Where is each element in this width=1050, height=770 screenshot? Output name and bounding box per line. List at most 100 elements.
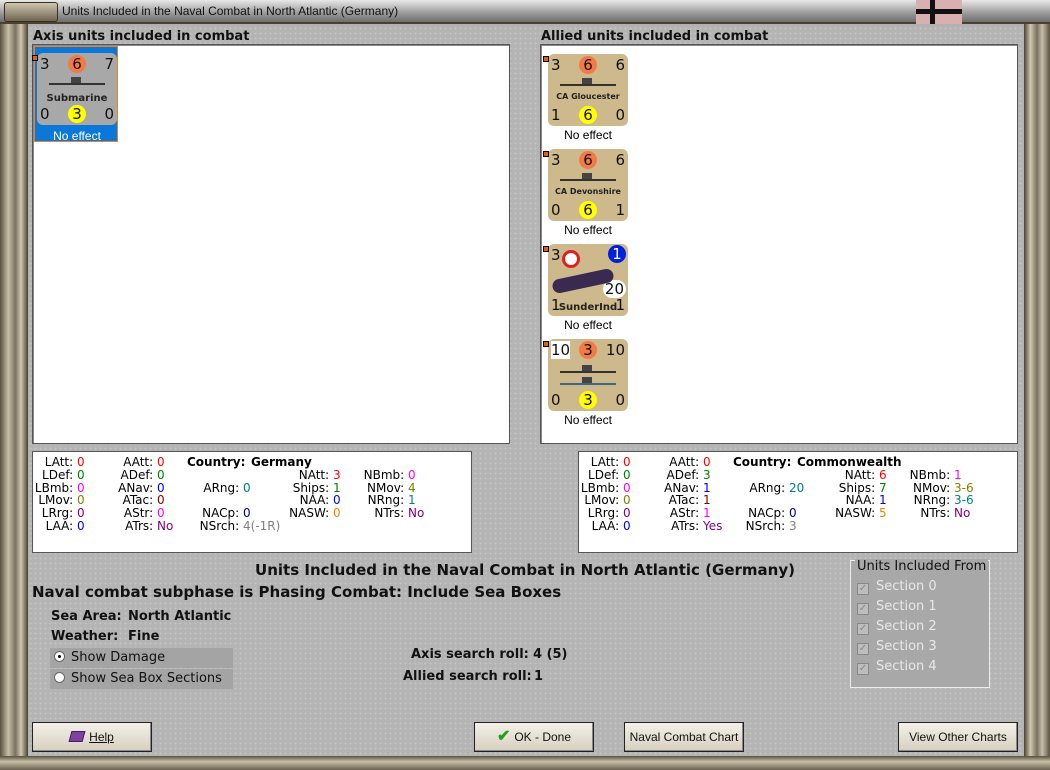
counter-value-bl: 0: [551, 201, 561, 219]
counter-value-br: 1: [615, 201, 625, 219]
counter-value-br: 0: [615, 391, 625, 409]
window-title: Units Included in the Naval Combat in No…: [62, 4, 399, 18]
axis-search-roll-label: Axis search roll:: [411, 647, 529, 662]
stat-label: NASW:: [289, 506, 333, 521]
counter-name: SunderInd: [558, 302, 618, 313]
ok-done-button[interactable]: ✔ OK - Done: [474, 722, 594, 752]
sea-area-label: Sea Area:: [51, 609, 122, 624]
stat-label: NASW:: [835, 506, 879, 521]
window-menu-button[interactable]: [4, 2, 58, 22]
stat-label: ARng:: [203, 480, 243, 495]
unit-entry[interactable]: 3 1 20 1 1 SunderInd No effect: [543, 238, 630, 334]
section-checkbox-1[interactable]: ✓ Section 1: [857, 599, 937, 615]
unit-counter[interactable]: 3 6 6 0 6 1 CA Devonshire: [548, 149, 628, 221]
stat-adef: ADef: 0: [77, 467, 165, 482]
stat-label: NSrch:: [745, 519, 789, 533]
stat-value: 3: [789, 519, 797, 533]
stat-nsrch: NSrch: 4(-1R): [163, 520, 281, 533]
unit-entry[interactable]: 3 6 6 1 6 0 CA Gloucester No effect: [543, 48, 630, 144]
checkbox-checked-icon: ✓: [857, 643, 869, 655]
section-checkbox-0[interactable]: ✓ Section 0: [857, 579, 937, 595]
help-button[interactable]: Help: [32, 722, 152, 752]
section-label: Section 0: [876, 579, 937, 594]
show-sections-label: Show Sea Box Sections: [71, 671, 222, 686]
unit-effect: No effect: [53, 129, 101, 143]
stat-arng: ARng: 0: [163, 480, 251, 495]
country-value: Germany: [251, 455, 312, 469]
stat-label: ADef:: [120, 467, 157, 482]
stat-label: ADef:: [666, 467, 703, 482]
counter-value-top: 3: [551, 151, 561, 169]
unit-counter[interactable]: 3 6 7 0 3 0 Submarine: [37, 53, 117, 125]
unit-counter[interactable]: 3 6 6 1 6 0 CA Gloucester: [548, 54, 628, 126]
stat-atrs: ATrs: Yes: [623, 520, 722, 533]
stat-label: ARng:: [749, 480, 789, 495]
stat-ntrs: NTrs: No: [874, 507, 970, 520]
counter-name: CA Devonshire: [555, 187, 621, 196]
section-label: Section 4: [876, 659, 937, 674]
allied-search-roll-value: 1: [534, 669, 544, 684]
stat-atrs: ATrs: No: [77, 520, 173, 533]
section-label: Section 2: [876, 619, 937, 634]
stat-label: LAA:: [591, 519, 623, 533]
counter-value-mid: 6: [579, 151, 597, 169]
stat-adef: ADef: 3: [623, 467, 711, 482]
counter-value-mid: 3: [579, 341, 597, 359]
counter-value-mid: 6: [68, 55, 86, 73]
counter-value-top: 3: [40, 55, 50, 73]
stat-label: NTrs:: [374, 506, 408, 521]
status-marker-icon: [543, 341, 549, 347]
section-checkbox-3[interactable]: ✓ Section 3: [857, 639, 937, 655]
window-frame-left: [0, 24, 28, 770]
status-marker-icon: [543, 56, 549, 62]
stat-label: LDef:: [42, 467, 77, 482]
view-other-charts-button[interactable]: View Other Charts: [898, 722, 1018, 752]
units-included-from-group: Units Included From ✓ Section 0 ✓ Section 1…: [850, 559, 990, 688]
allied-units-list[interactable]: 3 6 6 1 6 0 CA Gloucester No effect 3 6 6 0 6 1 CA Dev…: [540, 44, 1018, 444]
title-bar: Units Included in the Naval Combat in No…: [0, 0, 1050, 24]
stat-value: No: [954, 506, 971, 521]
stat-label: LAA:: [45, 519, 77, 533]
stat-nbmb: NBmb: 0: [328, 468, 416, 482]
axis-units-list[interactable]: 3 6 7 0 3 0 Submarine No effect: [32, 44, 510, 444]
section-checkbox-2[interactable]: ✓ Section 2: [857, 619, 937, 635]
germany-flag-icon: [916, 0, 962, 24]
allied-search-roll-label: Allied search roll:: [403, 669, 532, 684]
section-label: Section 3: [876, 639, 937, 654]
stat-nbmb: NBmb: 1: [874, 468, 962, 482]
unit-counter[interactable]: 10 3 10 0 3 0: [548, 339, 628, 411]
status-marker-icon: [543, 151, 549, 157]
ok-label: OK - Done: [514, 730, 572, 744]
section-checkbox-4[interactable]: ✓ Section 4: [857, 659, 937, 675]
checkbox-checked-icon: ✓: [857, 663, 869, 675]
counter-value-bl: 0: [551, 391, 561, 409]
unit-effect: No effect: [564, 223, 612, 237]
unit-counter[interactable]: 3 1 20 1 1 SunderInd: [548, 244, 628, 316]
unit-effect: No effect: [564, 318, 612, 332]
counter-value-bm: 6: [579, 106, 597, 124]
radio-selected-icon: [54, 651, 65, 662]
unit-entry[interactable]: 3 6 7 0 3 0 Submarine No effect: [32, 46, 118, 143]
ship-icon: [560, 173, 616, 181]
stat-laa: LAA: 0: [0, 520, 85, 533]
counter-value-bl: 0: [40, 105, 50, 123]
country-value: Commonwealth: [797, 455, 902, 469]
counter-value-top: 3: [551, 56, 561, 74]
counter-value-bm: 3: [68, 105, 86, 123]
unit-entry[interactable]: 3 6 6 0 6 1 CA Devonshire No effect: [543, 143, 630, 239]
axis-stats-panel: LAtt: 0 LDef: 0 LBmb: 0 LMov: 0 LRrg: 0 LAA: …: [32, 451, 472, 553]
stat-value: 0: [243, 480, 251, 495]
naval-combat-chart-button[interactable]: Naval Combat Chart: [624, 722, 744, 752]
counter-value-mid: 6: [579, 56, 597, 74]
stat-label: NTrs:: [920, 506, 954, 521]
show-damage-label: Show Damage: [71, 650, 166, 665]
help-label: Help: [89, 730, 114, 744]
stat-ntrs: NTrs: No: [328, 507, 424, 520]
radio-unselected-icon: [54, 672, 65, 683]
stat-label: LDef:: [588, 467, 623, 482]
unit-entry[interactable]: 10 3 10 0 3 0 No effect: [543, 333, 630, 429]
counter-value-mid: 1: [608, 245, 626, 263]
show-sea-box-sections-radio[interactable]: Show Sea Box Sections: [50, 669, 233, 689]
show-damage-radio[interactable]: Show Damage: [50, 648, 233, 668]
axis-search-roll-value: 4 (5): [533, 647, 568, 662]
